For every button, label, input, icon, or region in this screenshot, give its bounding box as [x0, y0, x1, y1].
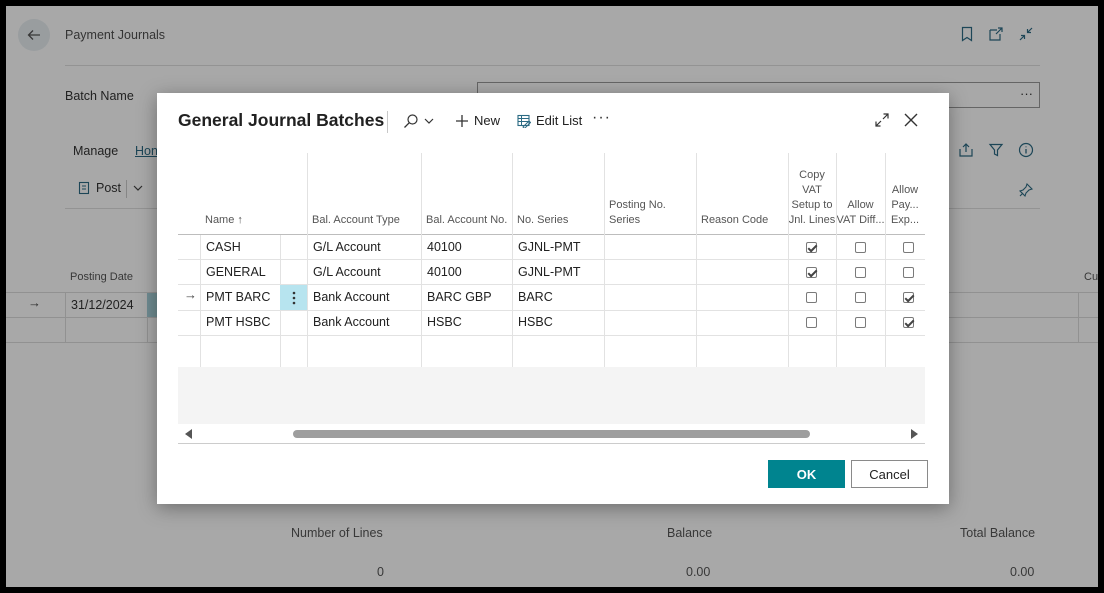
allow-vat-diff-checkbox[interactable] — [855, 317, 866, 328]
allow-payment-export-checkbox[interactable] — [903, 292, 914, 303]
column-header-name[interactable]: Name ↑ — [200, 153, 280, 234]
bal-account-type-cell[interactable]: Bank Account — [307, 285, 389, 310]
scroll-right-icon[interactable] — [911, 429, 918, 439]
plus-icon — [456, 114, 468, 127]
search-button[interactable] — [403, 113, 435, 129]
close-icon[interactable] — [903, 112, 919, 128]
batches-table-container: Name ↑ Bal. Account Type Bal. Account No… — [178, 153, 925, 436]
bal-account-no-cell[interactable]: 40100 — [421, 235, 462, 260]
search-icon — [404, 114, 418, 128]
bal-account-no-cell[interactable]: BARC GBP — [421, 285, 492, 310]
bal-account-no-cell[interactable]: HSBC — [421, 310, 462, 335]
no-series-cell[interactable]: HSBC — [512, 310, 553, 335]
copy-vat-checkbox[interactable] — [806, 267, 817, 278]
copy-vat-checkbox[interactable] — [806, 317, 817, 328]
edit-list-label: Edit List — [536, 113, 583, 128]
name-cell[interactable]: PMT HSBC — [200, 310, 270, 335]
name-cell[interactable]: PMT BARC — [200, 285, 270, 310]
row-indicator-icon: → — [184, 287, 197, 302]
dialog-title: General Journal Batches — [178, 110, 385, 130]
vertical-dots-icon — [292, 291, 295, 304]
cancel-button[interactable]: Cancel — [851, 460, 928, 488]
name-cell[interactable]: CASH — [200, 235, 241, 260]
no-series-cell[interactable]: GJNL-PMT — [512, 235, 581, 260]
allow-vat-diff-checkbox[interactable] — [855, 292, 866, 303]
allow-vat-diff-checkbox[interactable] — [855, 242, 866, 253]
app-frame: Payment Journals Batch Name ··· Manage H… — [6, 6, 1098, 587]
column-header-reason-code[interactable]: Reason Code — [696, 153, 788, 234]
allow-payment-export-checkbox[interactable] — [903, 317, 914, 328]
new-button[interactable]: New — [455, 113, 500, 128]
divider — [387, 111, 388, 133]
copy-vat-checkbox[interactable] — [806, 242, 817, 253]
column-header-bal-account-no[interactable]: Bal. Account No. — [421, 153, 512, 234]
bal-account-type-cell[interactable]: Bank Account — [307, 310, 389, 335]
column-header-no-series[interactable]: No. Series — [512, 153, 604, 234]
ok-button[interactable]: OK — [768, 460, 845, 488]
column-header-copy-vat-setup[interactable]: Copy VAT Setup to Jnl. Lines — [788, 153, 836, 234]
allow-vat-diff-checkbox[interactable] — [855, 267, 866, 278]
allow-payment-export-checkbox[interactable] — [903, 267, 914, 278]
name-cell[interactable]: GENERAL — [200, 260, 266, 285]
grid-line — [178, 335, 925, 336]
bal-account-type-cell[interactable]: G/L Account — [307, 260, 381, 285]
bal-account-type-cell[interactable]: G/L Account — [307, 235, 381, 260]
no-series-cell[interactable]: GJNL-PMT — [512, 260, 581, 285]
more-options-button[interactable]: ··· — [592, 109, 611, 127]
edit-list-button[interactable]: Edit List — [517, 113, 582, 128]
scroll-left-icon[interactable] — [185, 429, 192, 439]
scrollbar-thumb[interactable] — [293, 430, 810, 438]
column-header-allow-vat-diff[interactable]: Allow VAT Diff... — [836, 153, 885, 234]
expand-icon[interactable] — [874, 112, 890, 128]
edit-list-icon — [517, 114, 531, 128]
allow-payment-export-checkbox[interactable] — [903, 242, 914, 253]
batches-table: Name ↑ Bal. Account Type Bal. Account No… — [178, 153, 925, 367]
no-series-cell[interactable]: BARC — [512, 285, 553, 310]
bal-account-no-cell[interactable]: 40100 — [421, 260, 462, 285]
new-label: New — [474, 113, 501, 128]
horizontal-scrollbar[interactable] — [178, 424, 925, 444]
copy-vat-checkbox[interactable] — [806, 292, 817, 303]
general-journal-batches-dialog: General Journal Batches New Edit List ··… — [157, 93, 949, 504]
column-header-allow-payment-export[interactable]: Allow Pay... Exp... — [885, 153, 925, 234]
chevron-down-icon — [424, 118, 434, 124]
column-header-posting-no-series[interactable]: Posting No. Series — [604, 153, 696, 234]
column-header-bal-account-type[interactable]: Bal. Account Type — [307, 153, 421, 234]
row-actions-button[interactable] — [280, 285, 307, 310]
